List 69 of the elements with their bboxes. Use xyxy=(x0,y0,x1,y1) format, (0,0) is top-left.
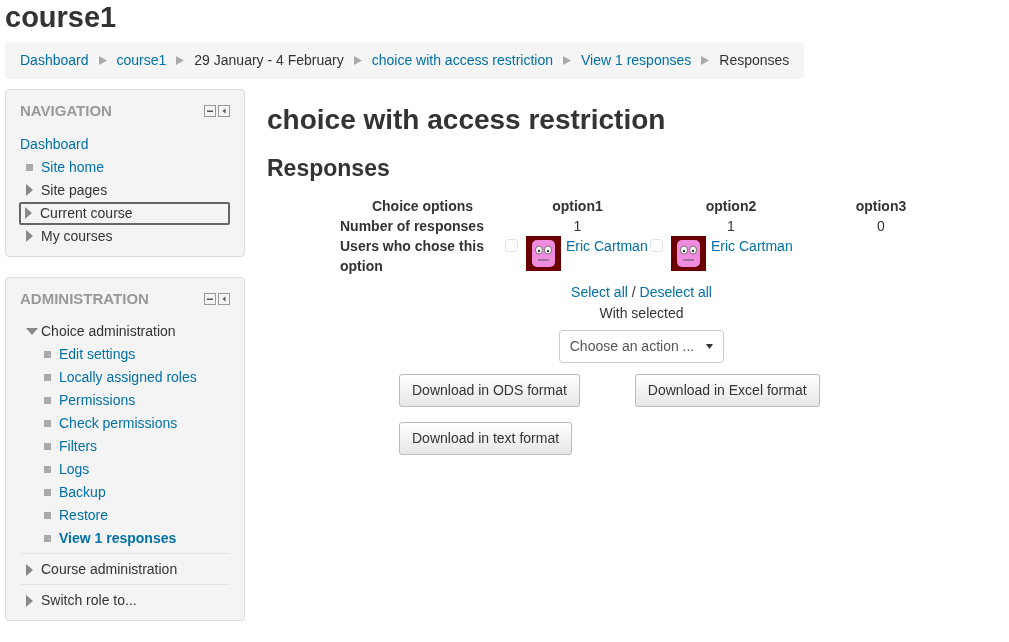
tree-link[interactable]: Site home xyxy=(41,156,105,178)
select-checkbox[interactable] xyxy=(650,239,663,253)
tree-link[interactable]: Filters xyxy=(59,436,98,457)
user-link[interactable]: Eric Cartman xyxy=(711,236,793,257)
tree-link[interactable]: Permissions xyxy=(59,390,136,411)
page-heading: choice with access restriction xyxy=(267,103,667,137)
breadcrumb-link[interactable]: View 1 responses xyxy=(581,50,692,71)
separator-icon xyxy=(701,56,710,65)
separator-text: / xyxy=(630,284,637,301)
bullet-icon xyxy=(44,351,51,358)
tree-link[interactable]: View 1 responses xyxy=(59,528,177,549)
user-link[interactable]: Eric Cartman xyxy=(566,236,648,257)
selected-tree-item[interactable]: Current course xyxy=(19,201,230,225)
tree-link[interactable]: Locally assigned roles xyxy=(59,367,197,388)
tree-item[interactable]: My courses xyxy=(41,225,113,247)
option-header: option3 xyxy=(854,197,908,217)
tree-item[interactable]: Course administration xyxy=(41,559,178,580)
tree-item[interactable]: Site pages xyxy=(41,179,108,201)
separator-icon xyxy=(563,56,571,65)
breadcrumb-text: 29 January - 4 February xyxy=(194,51,344,70)
tree-link[interactable]: Edit settings xyxy=(59,344,136,365)
bullet-icon xyxy=(44,374,51,381)
caret-down-icon xyxy=(706,344,714,350)
section-heading: Responses xyxy=(267,154,391,183)
bullet-icon xyxy=(44,489,51,496)
tree-link[interactable]: Logs xyxy=(59,459,90,480)
page-title: course1 xyxy=(4,0,118,34)
tree-link[interactable]: Backup xyxy=(59,482,106,503)
tree-link[interactable]: Dashboard xyxy=(20,133,89,155)
download-button[interactable]: Download in Excel format xyxy=(634,374,820,408)
separator-icon xyxy=(98,56,107,65)
avatar-drawing xyxy=(671,236,706,272)
bullet-icon xyxy=(44,535,51,542)
bullet-icon xyxy=(44,397,51,404)
breadcrumb-text: Responses xyxy=(719,51,790,70)
separator-icon xyxy=(176,56,185,65)
bullet-icon xyxy=(44,466,51,473)
breadcrumb-link[interactable]: course1 xyxy=(116,50,167,71)
breadcrumb-link[interactable]: Dashboard xyxy=(20,50,89,71)
bullet-icon xyxy=(44,420,51,427)
deselect-all-link[interactable]: Deselect all xyxy=(639,284,712,301)
select-checkbox[interactable] xyxy=(505,239,518,253)
row-label: Number of responses xyxy=(340,217,485,237)
response-count: 1 xyxy=(726,217,736,237)
avatar-drawing xyxy=(526,236,561,272)
block-controls-icon xyxy=(204,292,230,305)
response-count: 0 xyxy=(876,217,886,237)
tree-item[interactable]: Choice administration xyxy=(41,321,176,342)
bullet-icon xyxy=(26,163,33,171)
row-label: Users who chose this option xyxy=(340,237,485,277)
separator-icon xyxy=(353,56,362,65)
option-header: option1 xyxy=(551,197,604,217)
bullet-icon xyxy=(44,443,51,450)
download-button[interactable]: Download in text format xyxy=(399,422,573,456)
breadcrumb-link[interactable]: choice with access restriction xyxy=(371,50,553,71)
action-dropdown[interactable]: Choose an action ... xyxy=(558,330,725,364)
tree-link[interactable]: Restore xyxy=(59,505,109,526)
select-all-link[interactable]: Select all xyxy=(571,284,628,301)
download-button[interactable]: Download in ODS format xyxy=(399,374,580,408)
block-title: NAVIGATION xyxy=(20,101,112,121)
bullet-icon xyxy=(44,512,51,519)
tree-link[interactable]: Check permissions xyxy=(59,413,178,434)
block-controls-icon xyxy=(204,105,230,118)
with-selected-label: With selected xyxy=(599,304,684,324)
option-header: option2 xyxy=(704,197,758,217)
block-title: ADMINISTRATION xyxy=(20,288,149,309)
row-label: Choice options xyxy=(370,197,475,217)
tree-item[interactable]: Switch role to... xyxy=(41,590,137,611)
response-count: 1 xyxy=(572,217,583,237)
